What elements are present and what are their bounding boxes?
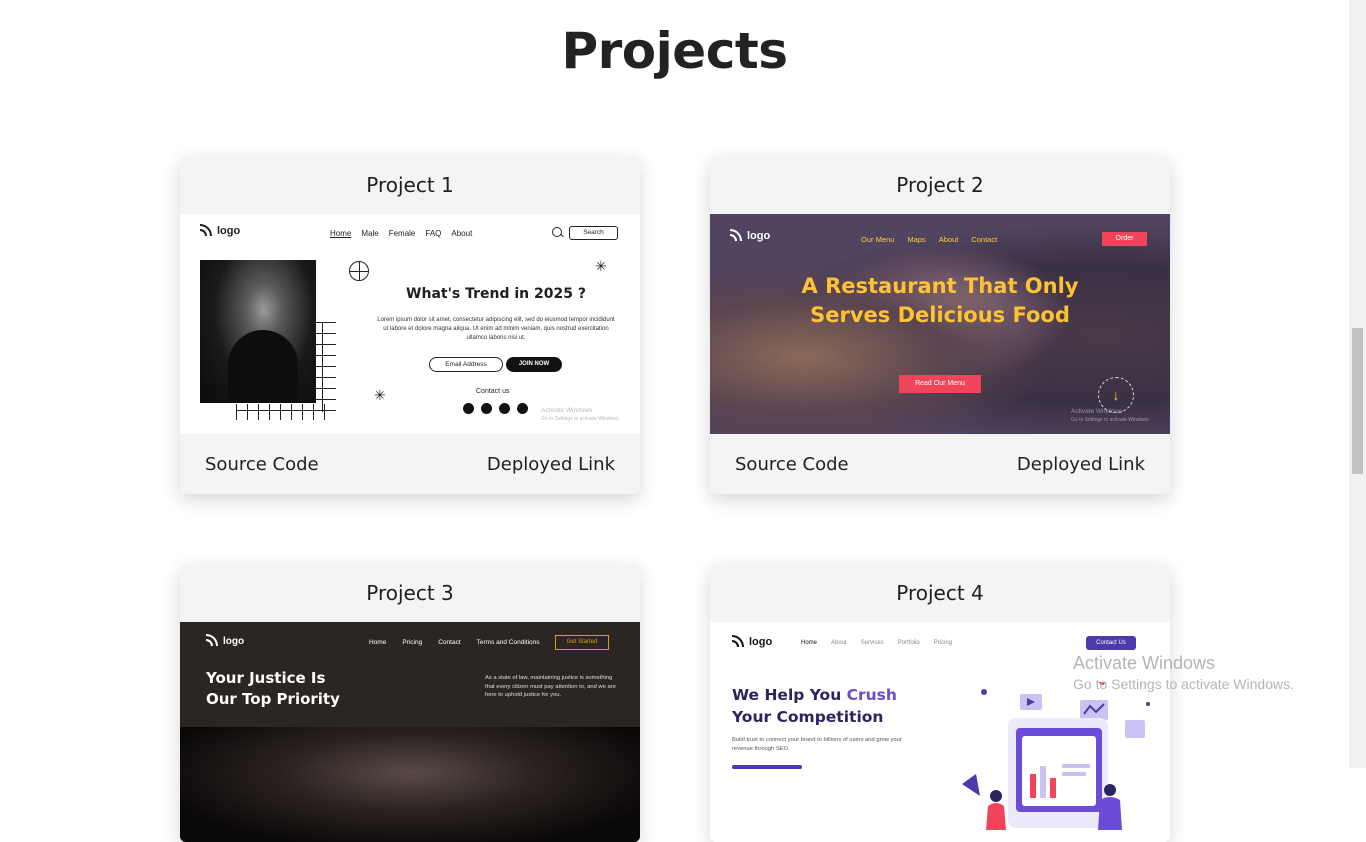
vertical-scrollbar[interactable]	[1349, 0, 1366, 768]
activate-windows-watermark: Activate Windows Go to Settings to activ…	[1073, 653, 1294, 692]
preview-search-button: Search	[569, 226, 618, 240]
preview-order-button: Order	[1102, 232, 1147, 246]
preview-hero-photo	[180, 727, 640, 842]
source-code-link[interactable]: Source Code	[205, 454, 319, 475]
logo-icon	[206, 634, 220, 648]
decorative-grid	[236, 404, 332, 420]
project-title: Project 3	[366, 581, 454, 605]
preview-contact-button: Contact Us	[1086, 636, 1136, 650]
deployed-link[interactable]: Deployed Link	[1017, 454, 1145, 475]
sparkle-icon: ✳	[595, 258, 607, 274]
instagram-icon	[499, 403, 510, 414]
preview-headline: We Help You Crush Your Competition	[732, 686, 897, 726]
preview-join-button: JOIN NOW	[506, 357, 562, 372]
preview-headline: What's Trend in 2025 ?	[406, 286, 586, 302]
messenger-icon	[481, 403, 492, 414]
preview-logo: logo	[732, 635, 772, 649]
decorative-grid	[316, 322, 336, 412]
sparkle-icon: ✳	[374, 387, 386, 403]
whatsapp-icon	[517, 403, 528, 414]
source-code-link[interactable]: Source Code	[735, 454, 849, 475]
page-title: Projects	[561, 22, 788, 80]
preview-get-started-button: Get Started	[555, 635, 609, 650]
preview-logo: logo	[200, 224, 240, 238]
social-icons	[463, 403, 528, 414]
project-preview-image: logo Home Pricing Contact Terms and Conditi…	[180, 622, 640, 842]
preview-nav: Home Pricing Contact Terms and Conditions	[369, 639, 540, 646]
preview-nav: Our Menu Maps About Contact	[861, 235, 998, 244]
preview-menu-button: Read Our Menu	[899, 375, 981, 393]
search-icon	[552, 227, 562, 237]
project-title: Project 2	[896, 173, 984, 197]
preview-contact-label: Contact us	[476, 388, 510, 395]
logo-icon	[732, 635, 746, 649]
scrollbar-thumb[interactable]	[1352, 328, 1363, 474]
project-card-1: Project 1 logo Home Male Female FAQ About Se…	[180, 156, 640, 494]
project-title: Project 4	[896, 581, 984, 605]
preview-logo: logo	[730, 229, 770, 243]
preview-paragraph: Build trust to connect your brand to bil…	[732, 737, 902, 752]
project-links: Source Code Deployed Link	[180, 434, 640, 494]
logo-icon	[200, 224, 214, 238]
logo-icon	[730, 229, 744, 243]
preview-logo: logo	[206, 634, 244, 648]
project-title: Project 1	[366, 173, 454, 197]
project-card-3: Project 3 logo Home Pricing Contact Terms a…	[180, 564, 640, 842]
preview-email-field: Email Address	[429, 357, 503, 372]
facebook-icon	[463, 403, 474, 414]
preview-watermark: Activate Windows Go to Settings to activa…	[1071, 408, 1150, 423]
preview-headline: A Restaurant That Only Serves Delicious …	[801, 274, 1079, 327]
deployed-link[interactable]: Deployed Link	[487, 454, 615, 475]
project-links: Source Code Deployed Link	[710, 434, 1170, 494]
preview-headline: Your Justice Is Our Top Priority	[206, 669, 340, 708]
preview-paragraph: Lorem ipsum dolor sit amet, consectetur …	[377, 317, 615, 341]
preview-button	[732, 765, 802, 769]
project-card-2: Project 2 logo Our Menu Maps About Contact …	[710, 156, 1170, 494]
preview-watermark: Activate Windows Go to Settings to activa…	[541, 407, 620, 422]
globe-icon	[349, 261, 369, 281]
project-preview-image: logo Our Menu Maps About Contact Order A Re…	[710, 214, 1170, 434]
project-preview-image: logo Home Male Female FAQ About Search ✳ ✳ W…	[180, 214, 640, 434]
model-photo	[200, 260, 316, 403]
project-card-4: Project 4 logo Home About Services Portfoli…	[710, 564, 1170, 842]
preview-nav: Home Male Female FAQ About	[330, 229, 473, 238]
preview-paragraph: As a state of law, maintaining justice i…	[485, 675, 616, 698]
preview-nav: Home About Services Portfolio Pricing	[801, 640, 953, 646]
marketing-illustration	[962, 682, 1150, 830]
